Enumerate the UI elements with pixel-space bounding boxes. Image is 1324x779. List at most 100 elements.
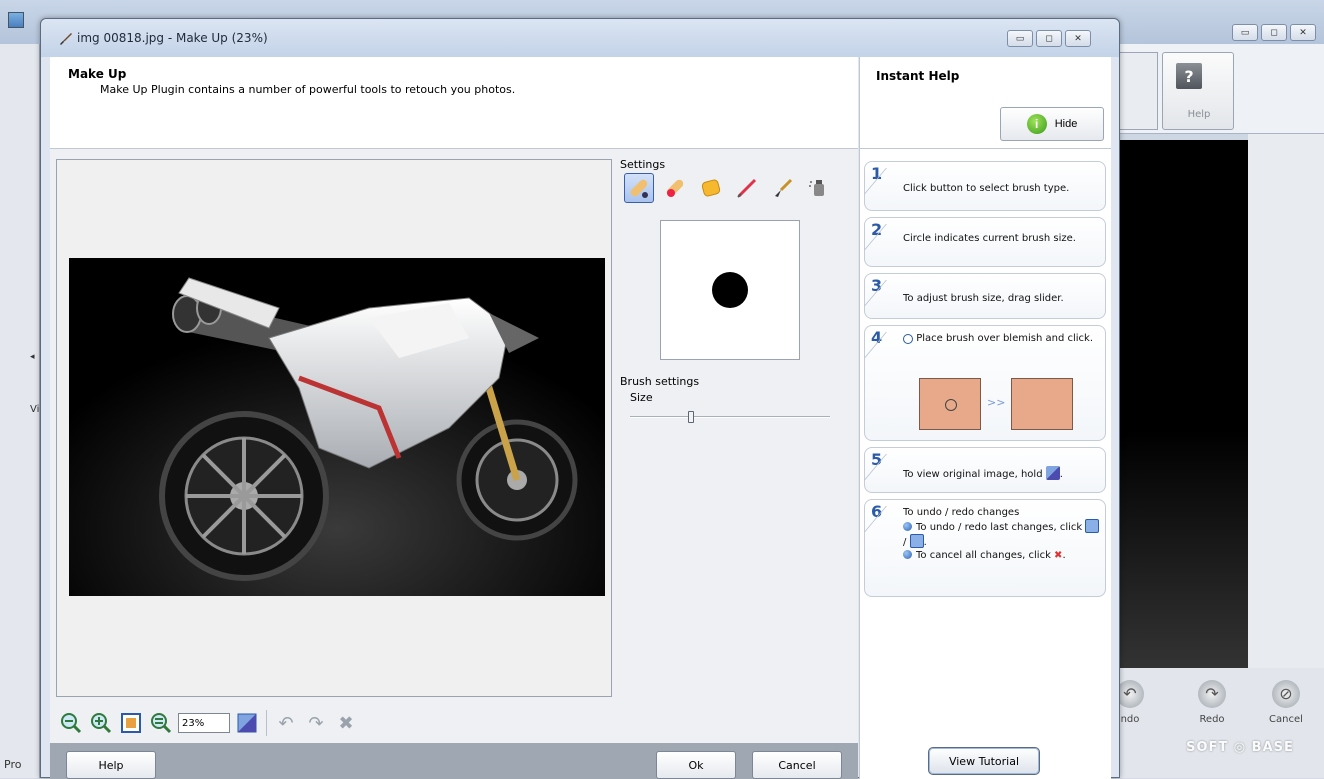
step-text-wrap: To undo / redo changes To undo / redo la…	[903, 506, 1103, 562]
work-area: Settings Brush settings Size 23% ↶ ↷ ✖ H…	[50, 149, 858, 779]
before-after-arrow: >>	[987, 396, 1006, 409]
help-button[interactable]: Help	[66, 751, 156, 779]
help-icon: ?	[1176, 63, 1202, 89]
hide-help-button[interactable]: i Hide	[1000, 107, 1104, 141]
step-text: Click button to select brush type.	[903, 183, 1070, 194]
zoom-actual-icon[interactable]	[148, 710, 174, 736]
background-redo-label: Redo	[1199, 714, 1225, 725]
help-step-3: 3 To adjust brush size, drag slider.	[864, 273, 1106, 319]
minimize-icon[interactable]: ▭	[1007, 30, 1033, 47]
undo-icon[interactable]: ↶	[273, 710, 299, 736]
paint-brush-icon[interactable]	[768, 173, 798, 203]
help-step-6: 6 To undo / redo changes To undo / redo …	[864, 499, 1106, 597]
skin-before-image	[919, 378, 981, 430]
app-icon	[8, 12, 24, 28]
brush-settings-label: Brush settings	[620, 375, 700, 388]
brush-size-slider[interactable]	[630, 411, 830, 423]
plugin-description: Make Up Plugin contains a number of powe…	[100, 83, 516, 96]
redo-icon: ↷	[1198, 680, 1226, 708]
motorcycle-image	[69, 258, 605, 596]
step-text: To undo / redo changes	[903, 507, 1020, 518]
skin-after-image	[1011, 378, 1073, 430]
background-window-controls: ▭ ◻ ✕	[1232, 24, 1316, 41]
step-text: To view original image, hold	[903, 469, 1043, 480]
background-canvas	[1112, 140, 1248, 668]
step-text-wrap: To view original image, hold .	[903, 466, 1113, 481]
healing-brush-icon[interactable]	[624, 173, 654, 203]
dialog-footer: Help Ok Cancel	[50, 743, 858, 779]
background-undo-label: ndo	[1120, 714, 1140, 725]
background-status-text: Pro	[4, 758, 22, 771]
step-text: To adjust brush size, drag slider.	[903, 293, 1064, 304]
step-text-wrap: Place brush over blemish and click.	[903, 332, 1103, 345]
brush-cursor-icon	[903, 334, 913, 344]
instant-help-title: Instant Help	[876, 69, 960, 83]
size-label: Size	[630, 391, 653, 404]
bullet-text: To cancel all changes, click	[916, 550, 1051, 561]
brush-toolbar	[624, 173, 834, 203]
background-help-label: Help	[1187, 109, 1211, 120]
bullet-suffix: .	[923, 537, 927, 548]
view-original-icon[interactable]	[234, 710, 260, 736]
ok-button[interactable]: Ok	[656, 751, 736, 779]
settings-label: Settings	[620, 158, 666, 171]
background-cancel-button[interactable]: ⊘ Cancel	[1256, 680, 1316, 725]
makeup-dialog: img 00818.jpg - Make Up (23%) ▭ ◻ ✕ Make…	[40, 18, 1120, 779]
brush-size-circle	[712, 272, 748, 308]
view-tutorial-button[interactable]: View Tutorial	[928, 747, 1040, 775]
slider-track	[630, 416, 830, 418]
bullet-suffix: .	[1062, 550, 1066, 561]
plugin-title: Make Up	[68, 67, 127, 81]
scroll-left-icon[interactable]: ◂	[30, 352, 35, 362]
image-viewer[interactable]	[56, 159, 612, 697]
background-redo-button[interactable]: ↷ Redo	[1182, 680, 1242, 725]
fit-to-window-icon[interactable]	[118, 710, 144, 736]
brush-title-icon	[60, 33, 72, 45]
background-cancel-label: Cancel	[1269, 714, 1303, 725]
step-text: Place brush over blemish and click.	[916, 333, 1093, 344]
close-icon[interactable]: ✕	[1065, 30, 1091, 47]
step-bullet-2: To cancel all changes, click ✖.	[903, 549, 1103, 562]
help-step-1: 1 Click button to select brush type.	[864, 161, 1106, 211]
bullet-separator: /	[903, 537, 907, 548]
brush-size-preview	[660, 220, 800, 360]
watermark-logo: SOFT ◎ BASE	[1186, 740, 1294, 755]
brush-pen-icon[interactable]	[732, 173, 762, 203]
redo-icon	[909, 534, 924, 548]
slider-thumb[interactable]	[688, 411, 695, 423]
dialog-header: Make Up Make Up Plugin contains a number…	[50, 57, 858, 149]
maximize-icon[interactable]: ◻	[1036, 30, 1062, 47]
instant-help-panel: 1 Click button to select brush type. 2 C…	[859, 149, 1111, 779]
help-step-2: 2 Circle indicates current brush size.	[864, 217, 1106, 267]
zoom-out-icon[interactable]	[58, 710, 84, 736]
bullet-text: To undo / redo last changes, click	[916, 522, 1083, 533]
blemish-brush-icon[interactable]	[660, 173, 690, 203]
cancel-button[interactable]: Cancel	[752, 751, 842, 779]
dialog-titlebar: img 00818.jpg - Make Up (23%) ▭ ◻ ✕	[41, 19, 1119, 57]
bullet-icon	[903, 550, 912, 559]
cancel-icon: ⊘	[1272, 680, 1300, 708]
background-left-label: Vi	[30, 404, 40, 415]
bullet-icon	[903, 522, 912, 531]
background-toolbar-button[interactable]	[1120, 52, 1158, 130]
cancel-changes-icon[interactable]: ✖	[333, 710, 359, 736]
view-toolbar: ↶ ↷ ✖	[58, 705, 359, 741]
dialog-window-controls: ▭ ◻ ✕	[1007, 30, 1091, 47]
background-help-button[interactable]: ? Help	[1162, 52, 1234, 130]
zoom-in-icon[interactable]	[88, 710, 114, 736]
view-original-icon	[1045, 466, 1060, 480]
motorcycle-photo[interactable]	[69, 258, 605, 596]
spray-icon[interactable]	[804, 173, 834, 203]
maximize-icon[interactable]: ◻	[1261, 24, 1287, 41]
close-icon[interactable]: ✕	[1290, 24, 1316, 41]
step-bullet-1: To undo / redo last changes, click / .	[903, 519, 1103, 549]
zoom-input[interactable]	[178, 713, 230, 733]
dialog-title: img 00818.jpg - Make Up (23%)	[77, 31, 268, 45]
minimize-icon[interactable]: ▭	[1232, 24, 1258, 41]
sponge-icon[interactable]	[696, 173, 726, 203]
undo-icon: ↶	[1116, 680, 1144, 708]
toolbar-separator	[266, 710, 267, 736]
info-icon: i	[1026, 114, 1047, 134]
step-text: Circle indicates current brush size.	[903, 233, 1076, 244]
redo-icon[interactable]: ↷	[303, 710, 329, 736]
